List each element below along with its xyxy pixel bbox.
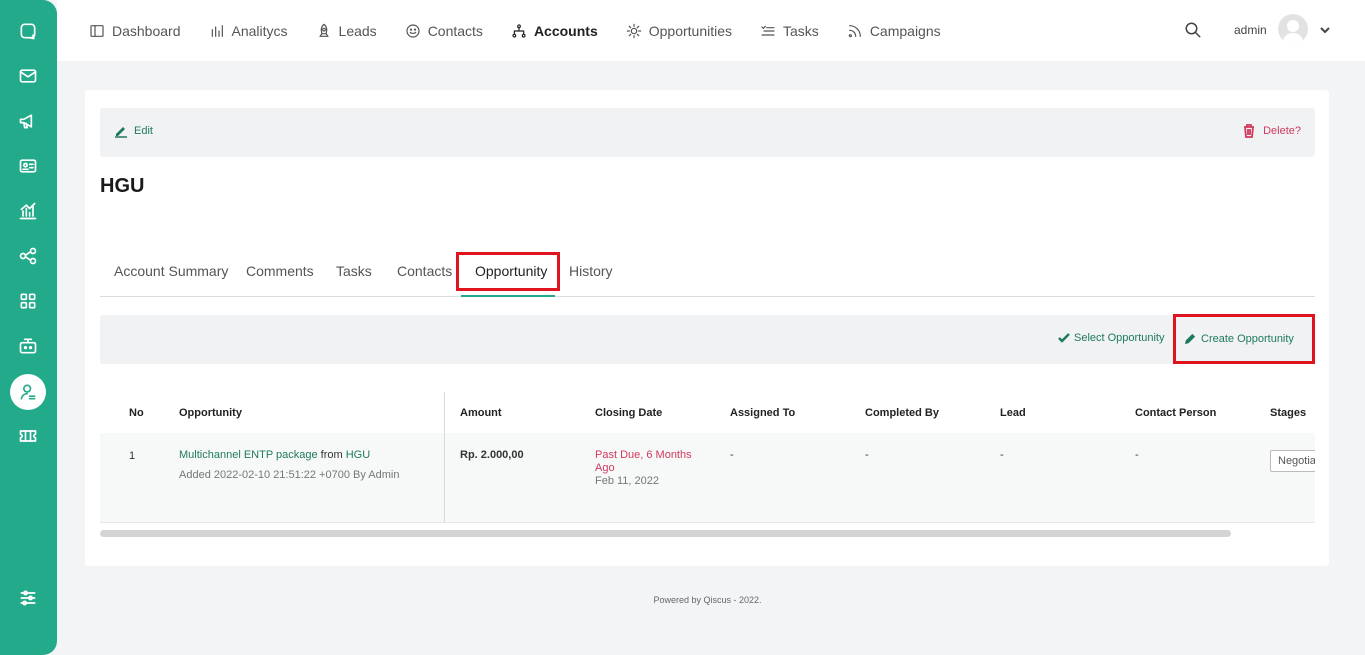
column-header-opportunity: Opportunity bbox=[179, 407, 242, 419]
mail-icon[interactable] bbox=[10, 58, 46, 94]
avatar[interactable] bbox=[1278, 14, 1308, 44]
select-opportunity-button[interactable]: Select Opportunity bbox=[1058, 332, 1165, 344]
nav-item-opportunities[interactable]: Opportunities bbox=[626, 23, 732, 39]
pencil-icon bbox=[115, 127, 127, 138]
share-icon[interactable] bbox=[10, 238, 46, 274]
horizontal-scrollbar[interactable] bbox=[100, 530, 1231, 537]
account-link[interactable]: HGU bbox=[346, 449, 370, 461]
bar-chart-icon bbox=[211, 24, 223, 37]
sun-icon bbox=[626, 23, 642, 38]
opportunity-cell: Multichannel ENTP package from HGU bbox=[179, 449, 370, 461]
check-icon bbox=[1058, 333, 1070, 343]
tab-contacts[interactable]: Contacts bbox=[397, 263, 452, 279]
rss-icon bbox=[848, 24, 861, 37]
column-header-assigned-to: Assigned To bbox=[730, 407, 796, 419]
amount-value: Rp. 2.000,00 bbox=[460, 449, 524, 461]
opportunity-table: No Opportunity Amount Closing Date Assig… bbox=[100, 392, 1315, 523]
main-nav: Dashboard Analitycs Leads Contacts Accou… bbox=[89, 0, 969, 61]
closing-date-value: Feb 11, 2022 bbox=[595, 475, 660, 487]
opportunity-link[interactable]: Multichannel ENTP package bbox=[179, 449, 318, 461]
account-tabs: Account Summary Comments Tasks Contacts … bbox=[100, 252, 1315, 297]
column-header-contact-person: Contact Person bbox=[1135, 407, 1217, 419]
edit-button[interactable]: Edit bbox=[114, 124, 153, 138]
nav-item-accounts[interactable]: Accounts bbox=[511, 23, 598, 39]
nav-item-label: Contacts bbox=[427, 22, 483, 39]
select-opportunity-label: Select Opportunity bbox=[1074, 332, 1165, 344]
hierarchy-icon bbox=[512, 23, 526, 38]
analytics-icon[interactable] bbox=[10, 193, 46, 229]
past-due-line: Past Due, 6 Months bbox=[595, 449, 692, 461]
bot-icon[interactable] bbox=[10, 328, 46, 364]
nav-item-tasks[interactable]: Tasks bbox=[760, 23, 819, 39]
rocket-icon bbox=[318, 23, 329, 37]
nav-item-campaigns[interactable]: Campaigns bbox=[847, 23, 941, 39]
column-header-closing-date: Closing Date bbox=[595, 407, 663, 419]
smile-icon bbox=[406, 23, 420, 38]
megaphone-icon[interactable] bbox=[10, 103, 46, 139]
page-title: HGU bbox=[100, 175, 145, 197]
chevron-down-icon[interactable] bbox=[1319, 23, 1331, 35]
nav-item-dashboard[interactable]: Dashboard bbox=[89, 23, 181, 39]
chat-icon[interactable] bbox=[10, 13, 46, 49]
id-card-icon[interactable] bbox=[10, 148, 46, 184]
nav-item-analytics[interactable]: Analitycs bbox=[209, 23, 288, 39]
column-header-stages: Stages bbox=[1270, 407, 1307, 419]
account-card: Edit Delete? HGU Account Summary Comment… bbox=[85, 90, 1329, 566]
ticket-icon[interactable] bbox=[10, 418, 46, 454]
pencil-icon bbox=[1184, 333, 1196, 345]
row-number: 1 bbox=[129, 450, 136, 462]
column-header-completed-by: Completed By bbox=[865, 407, 939, 419]
active-tab-indicator bbox=[461, 295, 555, 297]
nav-item-label: Opportunities bbox=[648, 22, 733, 39]
column-header-lead: Lead bbox=[1000, 407, 1026, 419]
dashboard-icon bbox=[90, 24, 104, 37]
past-due-status: Past Due, 6 Months Ago bbox=[595, 449, 692, 475]
sidebar bbox=[0, 0, 57, 655]
nav-item-label: Dashboard bbox=[112, 22, 181, 39]
tab-opportunity[interactable]: Opportunity bbox=[475, 263, 547, 279]
added-info: Added 2022-02-10 21:51:22 +0700 By Admin bbox=[179, 469, 400, 481]
create-opportunity-label: Create Opportunity bbox=[1201, 332, 1294, 345]
delete-label: Delete? bbox=[1263, 125, 1301, 137]
stage-select[interactable]: Negotiation bbox=[1270, 450, 1315, 472]
from-text: from bbox=[320, 449, 343, 461]
edit-label: Edit bbox=[134, 125, 153, 137]
top-navbar: Dashboard Analitycs Leads Contacts Accou… bbox=[57, 0, 1365, 61]
table-row: 1 Multichannel ENTP package from HGU Add… bbox=[100, 433, 1315, 523]
nav-item-label: Tasks bbox=[783, 22, 819, 39]
tab-comments[interactable]: Comments bbox=[246, 263, 314, 279]
lead-value: - bbox=[1000, 449, 1004, 461]
tab-account-summary[interactable]: Account Summary bbox=[114, 263, 228, 279]
delete-button[interactable]: Delete? bbox=[1242, 124, 1301, 138]
user-name[interactable]: admin bbox=[1234, 23, 1267, 37]
nav-item-leads[interactable]: Leads bbox=[316, 23, 377, 39]
assigned-to-value: - bbox=[730, 449, 734, 461]
tab-tasks[interactable]: Tasks bbox=[336, 263, 372, 279]
sticky-column-divider bbox=[444, 392, 445, 523]
past-due-line: Ago bbox=[595, 462, 615, 474]
account-action-bar: Edit Delete? bbox=[100, 108, 1315, 157]
apps-grid-icon[interactable] bbox=[10, 283, 46, 319]
checklist-icon bbox=[761, 25, 775, 36]
nav-item-contacts[interactable]: Contacts bbox=[405, 23, 483, 39]
column-header-amount: Amount bbox=[460, 407, 502, 419]
column-header-no: No bbox=[129, 407, 144, 419]
completed-by-value: - bbox=[865, 449, 869, 461]
search-icon[interactable] bbox=[1184, 21, 1202, 39]
nav-item-label: Leads bbox=[338, 22, 377, 39]
contact-person-value: - bbox=[1135, 449, 1139, 461]
contact-person-icon[interactable] bbox=[10, 374, 46, 410]
trash-icon bbox=[1244, 124, 1255, 138]
footer-text: Powered by Qiscus - 2022. bbox=[653, 595, 762, 605]
nav-item-label: Accounts bbox=[533, 22, 598, 39]
nav-item-label: Campaigns bbox=[869, 22, 941, 39]
create-opportunity-button[interactable]: Create Opportunity bbox=[1184, 332, 1294, 345]
opportunity-action-bar: Select Opportunity Create Opportunity bbox=[100, 314, 1315, 364]
nav-item-label: Analitycs bbox=[231, 22, 288, 39]
tab-history[interactable]: History bbox=[569, 263, 613, 279]
